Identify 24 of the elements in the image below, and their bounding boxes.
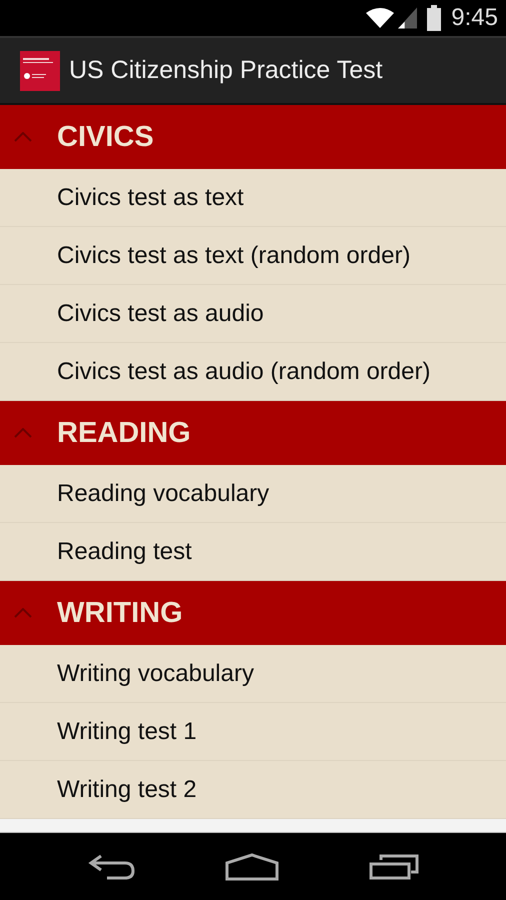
list-item[interactable]: Civics test as text	[0, 169, 506, 227]
home-icon[interactable]	[225, 852, 279, 880]
section-header[interactable]: WRITING	[0, 581, 506, 645]
signal-icon	[398, 7, 418, 29]
recent-apps-icon[interactable]	[369, 854, 419, 880]
caret-icon	[14, 132, 32, 142]
caret-icon	[14, 428, 32, 438]
list-item[interactable]: Reading vocabulary	[0, 465, 506, 523]
status-time: 9:45	[451, 4, 498, 32]
list-item[interactable]: Civics test as audio (random order)	[0, 343, 506, 401]
app-icon	[20, 50, 60, 90]
list-item[interactable]: Writing vocabulary	[0, 645, 506, 703]
section-header[interactable]: READING	[0, 401, 506, 465]
list-item[interactable]: Reading test	[0, 523, 506, 581]
list-item[interactable]: Writing test 2	[0, 761, 506, 819]
caret-icon	[14, 608, 32, 618]
list-item[interactable]: Civics test as audio	[0, 285, 506, 343]
wifi-icon	[366, 7, 394, 29]
list-item[interactable]: Civics test as text (random order)	[0, 227, 506, 285]
section-header[interactable]: CIVICS	[0, 105, 506, 169]
back-icon[interactable]	[87, 854, 135, 880]
battery-icon	[427, 5, 442, 31]
list-item[interactable]: Writing test 1	[0, 703, 506, 761]
app-title: US Citizenship Practice Test	[69, 56, 383, 85]
